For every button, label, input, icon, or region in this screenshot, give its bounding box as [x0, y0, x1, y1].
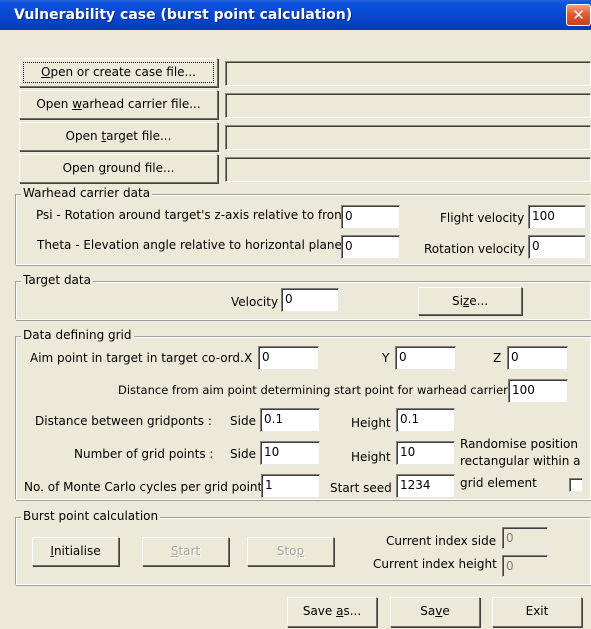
- warhead-legend: Warhead carrier data: [21, 186, 153, 200]
- montecarlo-input[interactable]: 1: [261, 474, 320, 498]
- randomise-label-1: Randomise position: [460, 437, 578, 451]
- aim-z-input[interactable]: 0: [507, 346, 568, 370]
- distance-between-label: Distance between gridponts :: [35, 414, 212, 428]
- start-seed-label: Start seed: [330, 481, 392, 495]
- between-height-label: Height: [351, 416, 391, 430]
- number-height-label: Height: [351, 450, 391, 464]
- index-height-label: Current index height: [373, 557, 497, 571]
- grid-legend: Data defining grid: [21, 328, 134, 342]
- distance-start-input[interactable]: 100: [508, 379, 568, 403]
- number-side-input[interactable]: 10: [260, 441, 320, 465]
- save-as-button[interactable]: Save as...: [287, 597, 377, 627]
- rotation-velocity-label: Rotation velocity: [424, 242, 525, 256]
- psi-input[interactable]: 0: [341, 205, 400, 229]
- number-height-input[interactable]: 10: [396, 441, 455, 465]
- target-velocity-input[interactable]: 0: [281, 288, 339, 312]
- start-seed-input[interactable]: 1234: [396, 474, 455, 498]
- randomise-label-3: grid element: [460, 476, 537, 490]
- open-warhead-file-button[interactable]: Open warhead carrier file...: [19, 90, 218, 119]
- title-bar[interactable]: Vulnerability case (burst point calculat…: [0, 0, 591, 30]
- between-height-input[interactable]: 0.1: [396, 408, 455, 432]
- save-button[interactable]: Save: [390, 597, 480, 627]
- between-side-label: Side: [230, 414, 256, 428]
- open-case-file-button[interactable]: Open or create case file...: [19, 58, 218, 87]
- open-ground-file-button[interactable]: Open ground file...: [19, 154, 218, 183]
- number-grid-points-label: Number of grid points :: [74, 447, 214, 461]
- aim-x-label: X: [244, 351, 253, 365]
- close-button[interactable]: ✕: [566, 4, 591, 26]
- window-title: Vulnerability case (burst point calculat…: [14, 7, 353, 23]
- montecarlo-label: No. of Monte Carlo cycles per grid point: [24, 480, 263, 494]
- target-legend: Target data: [21, 273, 93, 287]
- index-side-label: Current index side: [386, 534, 497, 548]
- number-side-label: Side: [230, 447, 256, 461]
- theta-label: Theta - Elevation angle relative to hori…: [37, 238, 342, 252]
- case-file-path: [225, 61, 591, 86]
- psi-label: Psi - Rotation around target's z-axis re…: [36, 208, 347, 222]
- ground-file-path: [225, 157, 591, 182]
- distance-start-label: Distance from aim point determining star…: [118, 383, 508, 397]
- aim-z-label: Z: [493, 351, 502, 365]
- index-height-value: 0: [502, 555, 548, 577]
- aim-y-label: Y: [382, 351, 390, 365]
- aim-y-input[interactable]: 0: [395, 346, 456, 370]
- randomise-label-2: rectangular within a: [460, 454, 581, 468]
- target-file-path: [225, 125, 591, 150]
- target-velocity-label: Velocity: [231, 295, 279, 309]
- start-button[interactable]: Start: [142, 537, 229, 566]
- warhead-file-path: [225, 93, 591, 118]
- initialise-button[interactable]: Initialise: [32, 537, 119, 566]
- exit-button[interactable]: Exit: [492, 597, 582, 627]
- index-side-value: 0: [502, 527, 548, 549]
- size-button[interactable]: Size...: [418, 287, 522, 315]
- rotation-velocity-input[interactable]: 0: [528, 235, 586, 259]
- burst-legend: Burst point calculation: [21, 509, 161, 523]
- flight-velocity-label: Flight velocity: [440, 211, 525, 225]
- theta-input[interactable]: 0: [341, 235, 400, 259]
- open-target-file-button[interactable]: Open target file...: [19, 122, 218, 151]
- aim-point-label: Aim point in target in target co-ord.: [30, 351, 244, 365]
- stop-button[interactable]: Stop: [247, 537, 334, 566]
- between-side-input[interactable]: 0.1: [260, 408, 320, 432]
- randomise-checkbox[interactable]: [569, 478, 583, 492]
- flight-velocity-input[interactable]: 100: [528, 205, 586, 229]
- aim-x-input[interactable]: 0: [258, 346, 319, 370]
- close-icon: ✕: [572, 6, 585, 24]
